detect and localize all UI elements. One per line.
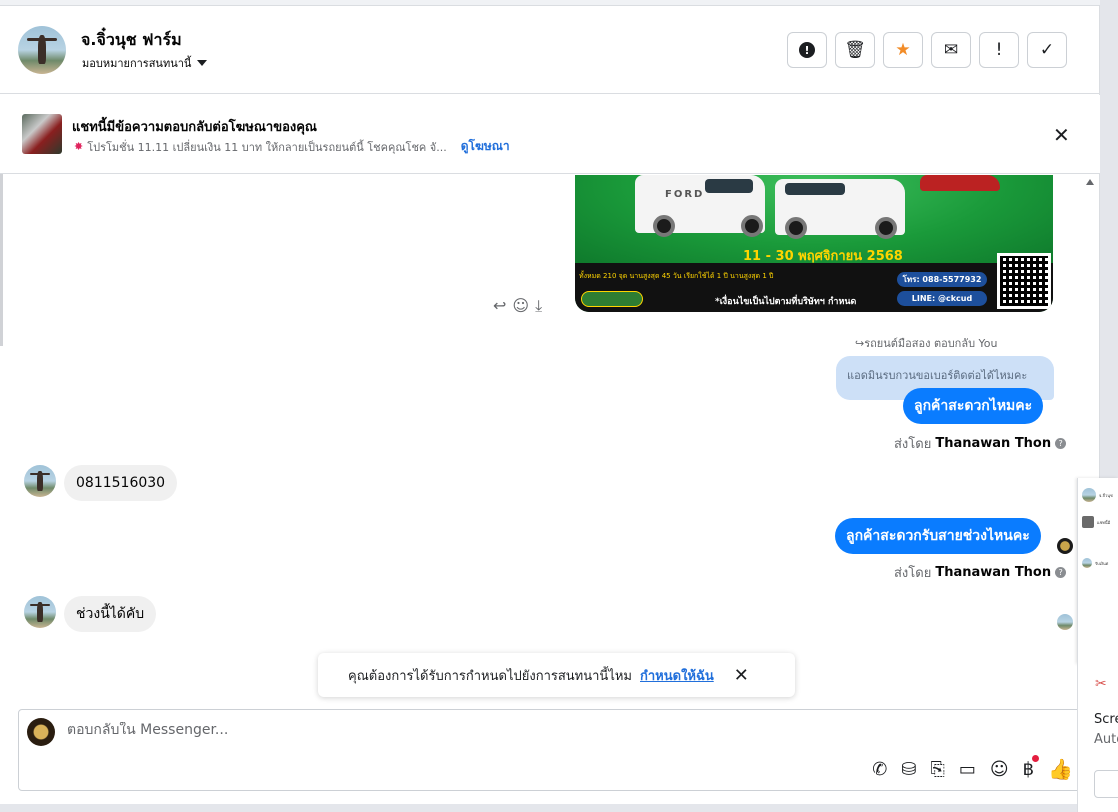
scroll-up-arrow-icon[interactable] [1086,179,1094,185]
outgoing-message[interactable]: ลูกค้าสะดวกไหมคะ [903,388,1044,424]
close-icon[interactable]: ✕ [1053,125,1070,145]
dealer-logo [581,291,643,307]
ad-banner-title: แชทนี้มีข้อความตอบกลับต่อโฆษณาของคุณ [72,120,317,135]
assign-to-me-link[interactable]: กำหนดให้ฉัน [640,665,714,686]
side-chat-list: จ.จิ๋วนุช แชทนี้มี รับเงินด่ [1077,478,1118,664]
side-list-item[interactable]: แชทนี้มี [1082,516,1110,528]
message-composer: ✆ ⛁ ⎘ ▭ ☺ ฿ 👍 [18,709,1082,791]
star-icon: ★ [895,40,911,60]
incoming-message[interactable]: 0811516030 [64,465,178,501]
side-notification-card[interactable]: ✂ Scre Auto [1077,664,1118,812]
page-avatar [27,718,55,746]
contact-message-avatar[interactable] [24,465,56,497]
priority-button[interactable]: ! [979,32,1019,68]
view-ad-link[interactable]: ดูโฆษณา [461,137,510,156]
baht-icon: ฿ [1022,758,1035,780]
shopping-bag-icon[interactable]: ⛁ [901,759,916,780]
notification-dot [1032,754,1040,762]
sent-by-label: ส่งโดย Thanawan Thon? [894,433,1067,454]
assign-label: มอบหมายการสนทนานี้ [82,57,192,70]
message-list[interactable]: FORD 11 - 30 พฤศจิกายน 2568 ทั้งหมด 210 … [0,175,1100,705]
reply-context-label: ↪รถยนต์มือสอง ตอบกลับ You [855,337,998,350]
ad-reply-banner: แชทนี้มีข้อความตอบกลับต่อโฆษณาของคุณ ✸ โ… [0,95,1100,174]
outgoing-message[interactable]: ลูกค้าสะดวกรับสายช่วงไหนคะ [835,518,1041,554]
toast-text: คุณต้องการได้รับการกำหนดไปยังการสนทนานี้… [348,668,632,684]
incoming-message[interactable]: ช่วงนี้ได้คับ [64,596,157,632]
message-actions: ↩ ☺ ⤓ [493,296,542,316]
exclamation-icon: ! [995,40,1003,60]
payment-button[interactable]: ฿ [1022,754,1040,780]
composer-toolbar: ✆ ⛁ ⎘ ▭ ☺ ฿ 👍 [872,754,1073,781]
side-card-button[interactable] [1094,770,1118,798]
promo-note: *เงื่อนไขเป็นไปตามที่บริษัทฯ กำหนด [715,297,857,307]
help-icon[interactable]: ? [1055,438,1067,449]
sparkle-icon: ✸ [74,140,84,153]
side-list-item[interactable]: รับเงินด่ [1082,558,1108,568]
agent-name: Thanawan Thon [935,436,1052,451]
alert-circle-icon: ! [799,42,815,58]
inbox-window: จ.จิ๋วนุช ฟาร์ม มอบหมายการสนทนานี้ ! 🗑 ★… [0,0,1118,812]
contact-name[interactable]: จ.จิ๋วนุช ฟาร์ม [81,28,182,53]
attachment-icon[interactable]: ⎘ [930,759,944,780]
call-icon[interactable]: ✆ [872,759,887,780]
agent-name: Thanawan Thon [935,565,1052,580]
ad-image-message[interactable]: FORD 11 - 30 พฤศจิกายน 2568 ทั้งหมด 210 … [575,175,1053,312]
close-icon[interactable]: ✕ [734,665,749,686]
thumbs-up-icon[interactable]: 👍 [1048,757,1073,781]
envelope-icon: ✉ [943,40,959,60]
header-toolbar: ! 🗑 ★ ✉ ! ✓ [787,32,1067,68]
reply-input[interactable] [67,722,767,738]
truck-brand: FORD [665,189,705,200]
mark-done-button[interactable]: ✓ [1027,32,1067,68]
checkmark-icon: ✓ [1039,40,1055,60]
avatar-figure [38,34,46,65]
page-seen-avatar [1057,538,1073,554]
conversation-pane: จ.จิ๋วนุช ฟาร์ม มอบหมายการสนทนานี้ ! 🗑 ★… [0,0,1100,804]
contact-seen-avatar [1057,614,1073,630]
truck-red-image [920,175,1000,191]
side-card-title: Scre [1094,712,1118,727]
qr-code [997,253,1051,309]
promo-line: LINE: @ckcud [897,291,987,306]
spam-button[interactable]: ! [787,32,827,68]
side-card-subtitle: Auto [1094,732,1118,747]
ad-description-text: โปรโมชั่น 11.11 เปลี่ยนเงิน 11 บาท ให้กล… [87,140,447,154]
emoji-icon[interactable]: ☺ [990,759,1009,780]
sent-by-label: ส่งโดย Thanawan Thon? [894,562,1067,583]
delete-button[interactable]: 🗑 [835,32,875,68]
mark-unread-button[interactable]: ✉ [931,32,971,68]
scissors-icon: ✂ [1095,676,1107,692]
reply-icon[interactable]: ↩ [493,296,506,316]
caret-down-icon [197,60,208,66]
promo-phone: โทร: 088-5577932 [897,272,987,287]
emoji-reaction-icon[interactable]: ☺ [512,296,529,316]
saved-replies-icon[interactable]: ▭ [959,759,976,780]
promo-stats: ทั้งหมด 210 จุด นานสูงสุด 45 วัน เรียกใช… [579,272,774,280]
follow-up-button[interactable]: ★ [883,32,923,68]
conversation-header: จ.จิ๋วนุช ฟาร์ม มอบหมายการสนทนานี้ ! 🗑 ★… [0,6,1100,94]
side-list-item[interactable]: จ.จิ๋วนุช [1082,488,1113,502]
contact-avatar[interactable] [18,26,66,74]
help-icon[interactable]: ? [1055,567,1067,578]
assign-conversation-dropdown[interactable]: มอบหมายการสนทนานี้ [82,54,208,72]
download-icon[interactable]: ⤓ [535,296,542,316]
ad-banner-description: ✸ โปรโมชั่น 11.11 เปลี่ยนเงิน 11 บาท ให้… [74,137,510,156]
assign-toast: คุณต้องการได้รับการกำหนดไปยังการสนทนานี้… [318,653,795,697]
ad-thumbnail[interactable] [22,114,62,154]
contact-message-avatar[interactable] [24,596,56,628]
trash-icon: 🗑 [844,40,866,60]
